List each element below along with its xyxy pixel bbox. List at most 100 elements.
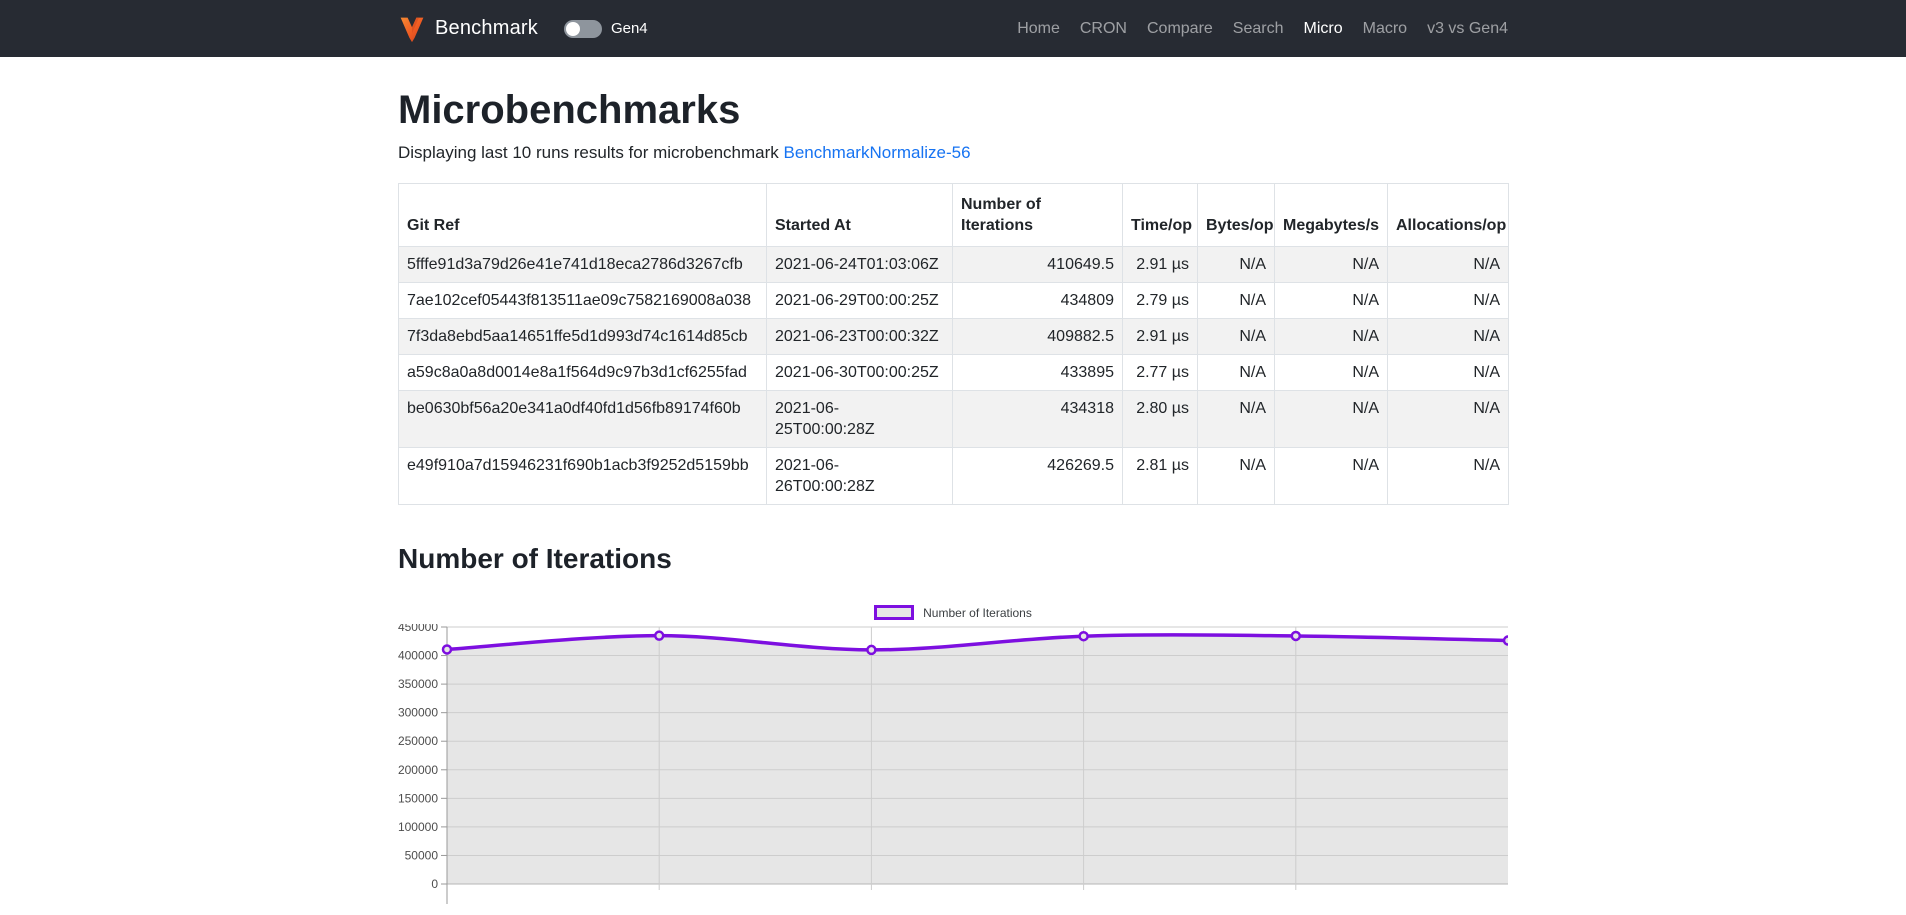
started-at-cell: 2021-06-29T00:00:25Z	[767, 283, 953, 319]
allocations-op-cell: N/A	[1388, 247, 1509, 283]
git-ref-cell: 5fffe91d3a79d26e41e741d18eca2786d3267cfb	[399, 247, 767, 283]
toggle-label: Gen4	[611, 20, 648, 37]
y-axis-label: 50000	[405, 848, 439, 862]
allocations-op-cell: N/A	[1388, 283, 1509, 319]
megabytes-s-cell: N/A	[1275, 319, 1388, 355]
data-point-marker	[1504, 637, 1508, 645]
time-op-cell: 2.81 µs	[1123, 448, 1198, 505]
git-ref-cell: 7f3da8ebd5aa14651ffe5d1d993d74c1614d85cb	[399, 319, 767, 355]
column-header-started-at: Started At	[767, 184, 953, 247]
bytes-op-cell: N/A	[1198, 391, 1275, 448]
nav-link-search[interactable]: Search	[1223, 12, 1294, 46]
y-axis-label: 150000	[398, 791, 438, 805]
legend-label: Number of Iterations	[923, 606, 1032, 620]
data-point-marker	[1292, 632, 1300, 640]
time-op-cell: 2.91 µs	[1123, 247, 1198, 283]
column-header-megabytes-s: Megabytes/s	[1275, 184, 1388, 247]
megabytes-s-cell: N/A	[1275, 247, 1388, 283]
chart-canvas[interactable]: 450000 400000 350000 300000 250000 200000 1500…	[398, 624, 1508, 904]
data-point-marker	[867, 646, 875, 654]
toggle-knob	[566, 22, 580, 36]
nav-links: HomeCRONCompareSearchMicroMacrov3 vs Gen…	[1007, 12, 1508, 46]
iterations-cell: 409882.5	[953, 319, 1123, 355]
y-axis-label: 200000	[398, 763, 438, 777]
y-axis-label: 450000	[398, 624, 438, 634]
started-at-cell: 2021-06- 25T00:00:28Z	[767, 391, 953, 448]
table-row: e49f910a7d15946231f690b1acb3f9252d5159bb…	[399, 448, 1509, 505]
subtitle-text: Displaying last 10 runs results for micr…	[398, 143, 783, 162]
brand-label: Benchmark	[435, 17, 538, 40]
main-content: Microbenchmarks Displaying last 10 runs …	[398, 85, 1508, 909]
nav-link-cron[interactable]: CRON	[1070, 12, 1137, 46]
page-title: Microbenchmarks	[398, 85, 1508, 135]
data-point-marker	[1080, 632, 1088, 640]
benchmark-results-table: Git RefStarted AtNumber of IterationsTim…	[398, 183, 1509, 505]
benchmark-link[interactable]: BenchmarkNormalize-56	[783, 143, 970, 162]
column-header-time-op: Time/op	[1123, 184, 1198, 247]
nav-link-v3-vs-gen4[interactable]: v3 vs Gen4	[1417, 12, 1508, 46]
git-ref-cell: a59c8a0a8d0014e8a1f564d9c97b3d1cf6255fad	[399, 355, 767, 391]
data-point-marker	[443, 645, 451, 653]
started-at-cell: 2021-06-30T00:00:25Z	[767, 355, 953, 391]
started-at-cell: 2021-06-24T01:03:06Z	[767, 247, 953, 283]
git-ref-cell: e49f910a7d15946231f690b1acb3f9252d5159bb	[399, 448, 767, 505]
y-axis-label: 250000	[398, 734, 438, 748]
column-header-number-of-iterations: Number of Iterations	[953, 184, 1123, 247]
y-axis-label: 400000	[398, 649, 438, 663]
time-op-cell: 2.79 µs	[1123, 283, 1198, 319]
git-ref-cell: 7ae102cef05443f813511ae09c7582169008a038	[399, 283, 767, 319]
bytes-op-cell: N/A	[1198, 283, 1275, 319]
allocations-op-cell: N/A	[1388, 319, 1509, 355]
nav-link-home[interactable]: Home	[1007, 12, 1070, 46]
table-row: 7f3da8ebd5aa14651ffe5d1d993d74c1614d85cb…	[399, 319, 1509, 355]
time-op-cell: 2.77 µs	[1123, 355, 1198, 391]
gen4-toggle[interactable]	[564, 20, 602, 38]
allocations-op-cell: N/A	[1388, 355, 1509, 391]
subtitle: Displaying last 10 runs results for micr…	[398, 143, 1508, 163]
y-axis-label: 0	[431, 877, 438, 891]
chart-legend: Number of Iterations	[398, 605, 1508, 620]
y-axis-label: 300000	[398, 706, 438, 720]
chart-section-title: Number of Iterations	[398, 543, 1508, 575]
iterations-cell: 434809	[953, 283, 1123, 319]
time-op-cell: 2.80 µs	[1123, 391, 1198, 448]
legend-swatch	[874, 605, 914, 620]
iterations-chart: 450000 400000 350000 300000 250000 200000 1500…	[398, 624, 1508, 909]
column-header-allocations-op: Allocations/op	[1388, 184, 1509, 247]
y-axis-label: 350000	[398, 677, 438, 691]
allocations-op-cell: N/A	[1388, 448, 1509, 505]
git-ref-cell: be0630bf56a20e341a0df40fd1d56fb89174f60b	[399, 391, 767, 448]
vitess-logo-icon	[398, 15, 426, 43]
y-axis-label: 100000	[398, 820, 438, 834]
data-point-marker	[655, 632, 663, 640]
allocations-op-cell: N/A	[1388, 391, 1509, 448]
nav-link-macro[interactable]: Macro	[1353, 12, 1417, 46]
started-at-cell: 2021-06-23T00:00:32Z	[767, 319, 953, 355]
series-area	[447, 635, 1508, 884]
iterations-cell: 433895	[953, 355, 1123, 391]
bytes-op-cell: N/A	[1198, 355, 1275, 391]
iterations-cell: 434318	[953, 391, 1123, 448]
megabytes-s-cell: N/A	[1275, 448, 1388, 505]
bytes-op-cell: N/A	[1198, 247, 1275, 283]
nav-link-micro[interactable]: Micro	[1294, 12, 1353, 46]
column-header-bytes-op: Bytes/op	[1198, 184, 1275, 247]
time-op-cell: 2.91 µs	[1123, 319, 1198, 355]
megabytes-s-cell: N/A	[1275, 283, 1388, 319]
table-row: a59c8a0a8d0014e8a1f564d9c97b3d1cf6255fad…	[399, 355, 1509, 391]
megabytes-s-cell: N/A	[1275, 355, 1388, 391]
brand[interactable]: Benchmark	[398, 15, 538, 43]
megabytes-s-cell: N/A	[1275, 391, 1388, 448]
table-row: 5fffe91d3a79d26e41e741d18eca2786d3267cfb…	[399, 247, 1509, 283]
table-row: be0630bf56a20e341a0df40fd1d56fb89174f60b…	[399, 391, 1509, 448]
bytes-op-cell: N/A	[1198, 448, 1275, 505]
table-row: 7ae102cef05443f813511ae09c7582169008a038…	[399, 283, 1509, 319]
iterations-cell: 410649.5	[953, 247, 1123, 283]
nav-link-compare[interactable]: Compare	[1137, 12, 1223, 46]
column-header-git-ref: Git Ref	[399, 184, 767, 247]
started-at-cell: 2021-06- 26T00:00:28Z	[767, 448, 953, 505]
table-header: Git RefStarted AtNumber of IterationsTim…	[399, 184, 1509, 247]
navbar: Benchmark Gen4 HomeCRONCompareSearchMicr…	[0, 0, 1906, 57]
bytes-op-cell: N/A	[1198, 319, 1275, 355]
iterations-cell: 426269.5	[953, 448, 1123, 505]
